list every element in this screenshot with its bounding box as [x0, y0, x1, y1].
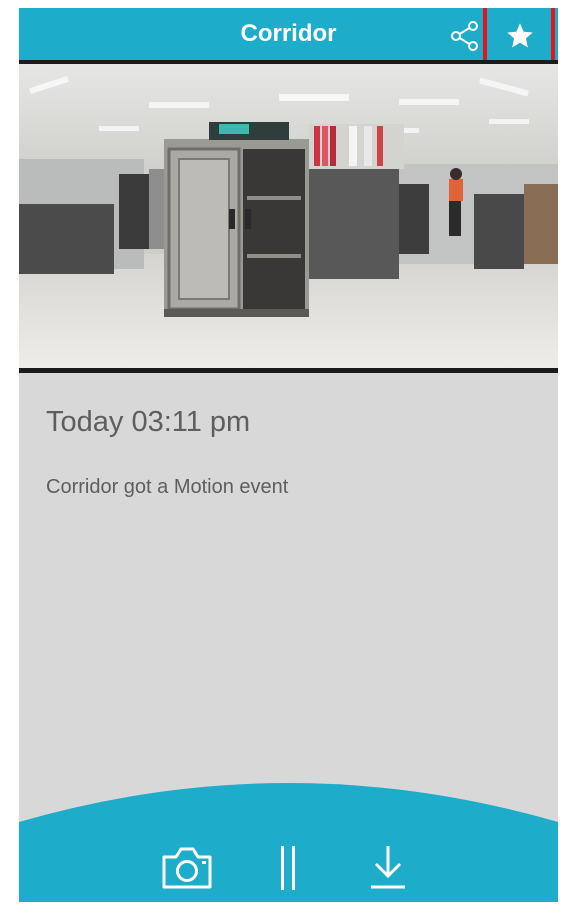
download-icon — [371, 846, 405, 889]
top-app-bar: Corridor — [19, 8, 558, 67]
event-description: Corridor got a Motion event — [46, 476, 289, 498]
share-icon — [451, 21, 478, 51]
app-screen: Corridor Today 03:11 pm Corridor got a M… — [19, 8, 558, 902]
camera-feed-image — [19, 64, 558, 368]
share-button[interactable] — [449, 20, 481, 52]
download-button[interactable] — [367, 842, 409, 892]
camera-feed[interactable] — [19, 64, 558, 368]
camera-icon — [162, 847, 212, 889]
favorite-button[interactable] — [483, 8, 555, 67]
playback-control-bar — [19, 770, 558, 902]
snapshot-button[interactable] — [161, 846, 213, 890]
pause-icon — [281, 846, 295, 890]
pause-button[interactable] — [273, 844, 303, 892]
event-timestamp: Today 03:11 pm — [46, 406, 251, 438]
star-icon — [507, 23, 533, 48]
video-divider — [19, 368, 558, 373]
